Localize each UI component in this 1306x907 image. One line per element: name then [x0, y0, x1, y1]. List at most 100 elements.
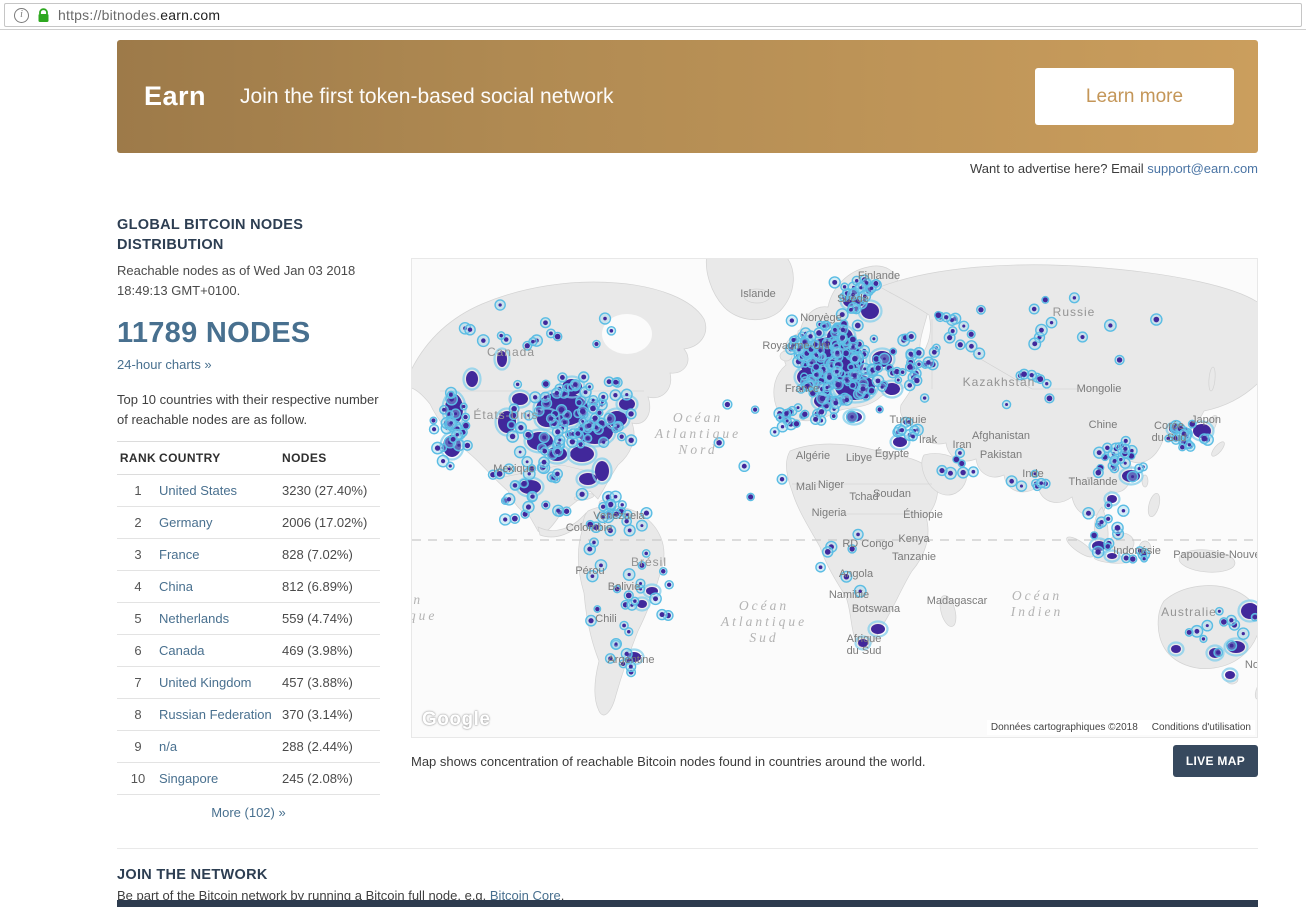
country-link[interactable]: n/a [159, 739, 177, 754]
table-row: 10Singapore245 (2.08%) [117, 763, 380, 795]
country-link[interactable]: China [159, 579, 193, 594]
map-label: Thaïlande [1069, 476, 1118, 488]
map-label: Indonésie [1113, 545, 1161, 557]
nodes-cell: 370 (3.14%) [282, 699, 380, 731]
map-label: Soudan [873, 488, 911, 500]
map-label: France [785, 383, 819, 395]
terms-of-use-link[interactable]: Conditions d'utilisation [1152, 722, 1251, 733]
map-label: OcéanIndien [1010, 588, 1064, 619]
map-label: Iran [953, 439, 972, 451]
google-logo[interactable]: Google [422, 709, 490, 731]
map-label: OcéanPacifiqueSud [412, 592, 437, 639]
map-label: Afriquedu Sud [847, 633, 882, 657]
table-row: 7United Kingdom 457 (3.88%) [117, 667, 380, 699]
map-label: Argentine [607, 654, 654, 666]
map-label: Nigeria [812, 507, 848, 519]
map-label: Inde [1022, 468, 1043, 480]
map-attribution: Données cartographiques ©2018 Conditions… [987, 720, 1255, 735]
map-label: Brésil [631, 555, 667, 569]
learn-more-button[interactable]: Learn more [1035, 68, 1234, 125]
earn-ad-banner[interactable]: Earn Join the first token-based social n… [117, 40, 1258, 153]
map-label: Kazakhstan [963, 375, 1036, 389]
map-label: Japon [1191, 414, 1221, 426]
map-label: Royaume-Uni [762, 340, 829, 352]
map-label: Éthiopie [903, 508, 943, 521]
map-label: Égypte [875, 447, 909, 460]
map-label: États-Unis [473, 407, 538, 422]
map-label: Libye [846, 452, 872, 464]
join-title: JOIN THE NETWORK [117, 867, 1258, 883]
rank-cell: 9 [117, 731, 159, 763]
country-link[interactable]: United Kingdom [159, 675, 252, 690]
map-label: Canada [487, 345, 535, 359]
country-table: RANK COUNTRY NODES 1United States3230 (2… [117, 441, 380, 795]
map-label: Mongolie [1077, 383, 1122, 395]
country-link[interactable]: Germany [159, 515, 212, 530]
rank-cell: 1 [117, 475, 159, 507]
map-label: Mexique [493, 463, 535, 475]
map-label: Kenya [898, 533, 930, 545]
world-map[interactable]: CanadaÉtats-UnisMexiqueIslandeNorvègeRoy… [411, 258, 1258, 738]
more-countries-link[interactable]: More (102) » [117, 805, 380, 820]
table-row: 2Germany 2006 (17.02%) [117, 507, 380, 539]
ssl-lock-icon[interactable] [37, 8, 50, 23]
country-link[interactable]: United States [159, 483, 237, 498]
url-text[interactable]: https://bitnodes.earn.com [58, 7, 220, 23]
rank-cell: 8 [117, 699, 159, 731]
page-info-icon[interactable]: i [14, 8, 29, 23]
map-label: Chili [595, 613, 616, 625]
map-label: RD Congo [842, 538, 893, 550]
support-email-link[interactable]: support@earn.com [1147, 161, 1258, 176]
table-row: 8Russian Federation 370 (3.14%) [117, 699, 380, 731]
map-label: Russie [1053, 305, 1096, 319]
nodes-cell: 828 (7.02%) [282, 539, 380, 571]
rank-cell: 4 [117, 571, 159, 603]
nodes-cell: 288 (2.44%) [282, 731, 380, 763]
table-row: 3France 828 (7.02%) [117, 539, 380, 571]
rank-cell: 3 [117, 539, 159, 571]
rank-header: RANK [117, 442, 159, 475]
rank-cell: 10 [117, 763, 159, 795]
map-canvas: CanadaÉtats-UnisMexiqueIslandeNorvègeRoy… [412, 259, 1258, 738]
map-caption: Map shows concentration of reachable Bit… [411, 754, 926, 769]
node-count: 11789 NODES [117, 317, 380, 350]
map-label: Algérie [796, 450, 830, 462]
table-row: 5Netherlands559 (4.74%) [117, 603, 380, 635]
banner-headline: Join the first token-based social networ… [240, 85, 614, 109]
map-label: Colombie [566, 522, 612, 534]
map-label: Irak [919, 434, 938, 446]
map-data-credit: Données cartographiques ©2018 [991, 722, 1138, 733]
map-label: Chine [1089, 419, 1118, 431]
nodes-cell: 457 (3.88%) [282, 667, 380, 699]
page-title: GLOBAL BITCOIN NODES DISTRIBUTION [117, 216, 380, 255]
country-link[interactable]: Singapore [159, 771, 218, 786]
map-label: Madagascar [927, 595, 988, 607]
table-row: 9n/a 288 (2.44%) [117, 731, 380, 763]
map-label: Finlande [858, 270, 900, 282]
advertise-row: Want to advertise here? Email support@ea… [117, 161, 1258, 176]
table-header-row: RANK COUNTRY NODES [117, 442, 380, 475]
rank-cell: 2 [117, 507, 159, 539]
table-row: 4China 812 (6.89%) [117, 571, 380, 603]
map-label: Islande [740, 288, 775, 300]
map-label: Venezuela [593, 510, 645, 522]
nodes-cell: 812 (6.89%) [282, 571, 380, 603]
country-link[interactable]: Netherlands [159, 611, 229, 626]
country-link[interactable]: France [159, 547, 199, 562]
browser-bar: i https://bitnodes.earn.com [0, 0, 1306, 30]
table-row: 1United States3230 (27.40%) [117, 475, 380, 507]
charts-link[interactable]: 24-hour charts » [117, 357, 212, 372]
map-label: Pérou [575, 565, 604, 577]
timestamp-text: Reachable nodes as of Wed Jan 03 2018 18… [117, 261, 380, 301]
nodes-cell: 559 (4.74%) [282, 603, 380, 635]
nodes-cell: 2006 (17.02%) [282, 507, 380, 539]
country-link[interactable]: Canada [159, 643, 205, 658]
advertise-text: Want to advertise here? Email [970, 161, 1147, 176]
map-label: Turquie [890, 414, 927, 426]
footer-bar [117, 900, 1258, 907]
map-label: Pakistan [980, 449, 1022, 461]
rank-cell: 7 [117, 667, 159, 699]
live-map-button[interactable]: LIVE MAP [1173, 745, 1258, 777]
country-link[interactable]: Russian Federation [159, 707, 272, 722]
address-bar[interactable]: i https://bitnodes.earn.com [4, 3, 1302, 27]
